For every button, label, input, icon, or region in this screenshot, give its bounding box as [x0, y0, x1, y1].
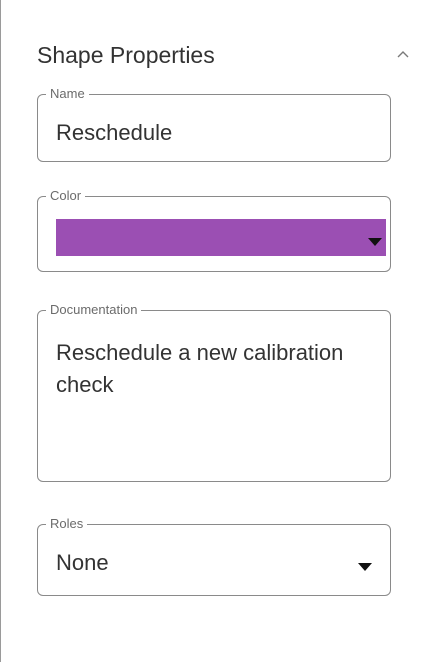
caret-down-icon[interactable]: [358, 558, 372, 571]
documentation-field[interactable]: Documentation Reschedule a new calibrati…: [37, 302, 391, 482]
roles-select[interactable]: Roles None: [37, 516, 391, 596]
caret-down-icon[interactable]: [368, 233, 382, 246]
roles-value[interactable]: None: [56, 550, 109, 576]
chevron-up-icon[interactable]: [389, 40, 417, 68]
color-label: Color: [46, 188, 86, 204]
panel-title: Shape Properties: [37, 42, 215, 68]
name-input[interactable]: Reschedule: [56, 120, 172, 146]
name-label: Name: [46, 86, 89, 102]
panel-header[interactable]: Shape Properties: [37, 42, 417, 72]
name-field[interactable]: Name Reschedule: [37, 86, 391, 162]
color-select[interactable]: Color: [37, 188, 391, 272]
documentation-textarea[interactable]: Reschedule a new calibration check: [56, 337, 376, 401]
shape-properties-panel: Shape Properties Name Reschedule Color D…: [0, 0, 442, 662]
roles-label: Roles: [46, 516, 88, 532]
documentation-label: Documentation: [46, 302, 142, 318]
color-swatch[interactable]: [56, 219, 386, 256]
